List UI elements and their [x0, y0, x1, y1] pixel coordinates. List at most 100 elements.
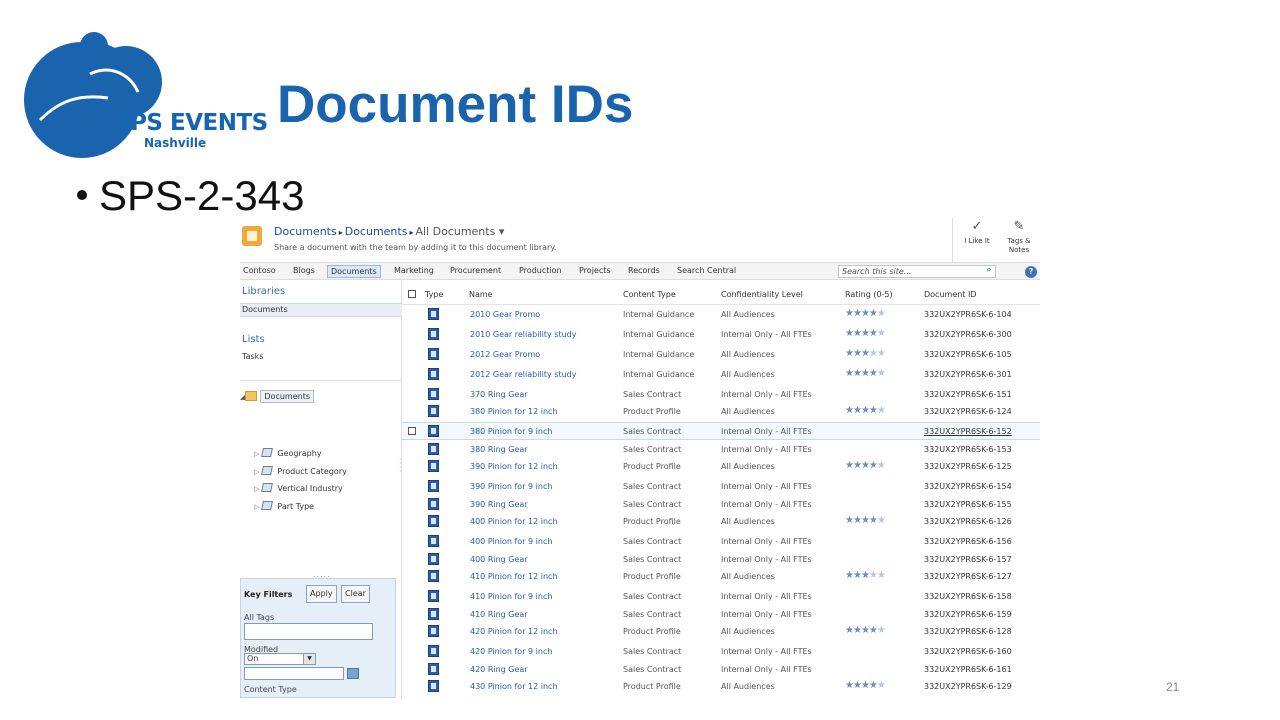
- rating-stars[interactable]: ★★★★★: [845, 515, 886, 526]
- rating-stars[interactable]: ★★★★★: [845, 680, 886, 691]
- select-all-checkbox[interactable]: [408, 290, 416, 298]
- document-name-link[interactable]: 2010 Gear reliability study: [470, 330, 577, 339]
- star-icon[interactable]: ★: [869, 460, 878, 471]
- word-document-icon[interactable]: [428, 368, 439, 380]
- star-icon[interactable]: ★: [877, 515, 886, 526]
- rating-stars[interactable]: ★★★★★: [845, 368, 886, 379]
- table-row[interactable]: 390 Pinion for 9 inch Sales Contract Inter…: [402, 478, 1040, 496]
- star-icon[interactable]: ★: [853, 368, 862, 379]
- document-name-link[interactable]: 420 Pinion for 12 inch: [470, 627, 558, 636]
- word-document-icon[interactable]: [428, 425, 439, 437]
- rating-stars[interactable]: ★★★★★: [845, 405, 886, 416]
- document-name-link[interactable]: 420 Pinion for 9 inch: [470, 647, 552, 656]
- word-document-icon[interactable]: [428, 498, 439, 510]
- modified-date-input[interactable]: [244, 667, 344, 680]
- document-name-link[interactable]: 380 Pinion for 9 inch: [470, 427, 552, 436]
- star-icon[interactable]: ★: [853, 405, 862, 416]
- table-row[interactable]: 420 Pinion for 12 inch Product Profile All…: [402, 623, 1040, 641]
- word-document-icon[interactable]: [428, 625, 439, 637]
- star-icon[interactable]: ★: [869, 368, 878, 379]
- word-document-icon[interactable]: [428, 570, 439, 582]
- word-document-icon[interactable]: [428, 608, 439, 620]
- star-icon[interactable]: ★: [845, 368, 854, 379]
- col-confidentiality[interactable]: Confidentiality Level: [721, 290, 803, 299]
- document-name-link[interactable]: 380 Pinion for 12 inch: [470, 407, 558, 416]
- star-icon[interactable]: ★: [869, 570, 878, 581]
- document-name-link[interactable]: 2012 Gear Promo: [470, 350, 540, 359]
- star-icon[interactable]: ★: [845, 308, 854, 319]
- help-icon[interactable]: ?: [1025, 266, 1037, 278]
- table-row[interactable]: 420 Ring Gear Sales Contract Internal Only…: [402, 661, 1040, 679]
- star-icon[interactable]: ★: [877, 680, 886, 691]
- star-icon[interactable]: ★: [845, 328, 854, 339]
- table-row[interactable]: 410 Pinion for 9 inch Sales Contract Inter…: [402, 588, 1040, 606]
- nav-procurement[interactable]: Procurement: [447, 265, 504, 278]
- table-row[interactable]: 390 Pinion for 12 inch Product Profile All…: [402, 458, 1040, 476]
- star-icon[interactable]: ★: [845, 625, 854, 636]
- document-name-link[interactable]: 420 Ring Gear: [470, 665, 528, 674]
- document-name-link[interactable]: 430 Pinion for 12 inch: [470, 682, 558, 691]
- table-row[interactable]: 380 Pinion for 9 inch Sales Contract Inter…: [402, 422, 1040, 440]
- libraries-documents[interactable]: Documents: [242, 305, 288, 314]
- star-icon[interactable]: ★: [861, 570, 870, 581]
- nav-records[interactable]: Records: [625, 265, 663, 278]
- table-row[interactable]: 380 Ring Gear Sales Contract Internal Only…: [402, 441, 1040, 459]
- table-row[interactable]: 2012 Gear Promo Internal Guidance All Audi…: [402, 346, 1040, 364]
- star-icon[interactable]: ★: [845, 680, 854, 691]
- modified-select[interactable]: On ▼: [244, 653, 316, 665]
- libraries-heading[interactable]: Libraries: [242, 286, 285, 297]
- all-tags-input[interactable]: [244, 623, 373, 640]
- apply-button[interactable]: Apply: [306, 585, 337, 603]
- table-row[interactable]: 2010 Gear Promo Internal Guidance All Audi…: [402, 306, 1040, 324]
- word-document-icon[interactable]: [428, 645, 439, 657]
- rating-stars[interactable]: ★★★★★: [845, 625, 886, 636]
- word-document-icon[interactable]: [428, 405, 439, 417]
- star-icon[interactable]: ★: [861, 625, 870, 636]
- star-icon[interactable]: ★: [869, 348, 878, 359]
- nav-documents[interactable]: Documents: [327, 265, 381, 278]
- table-row[interactable]: 400 Pinion for 12 inch Product Profile All…: [402, 513, 1040, 531]
- star-icon[interactable]: ★: [869, 515, 878, 526]
- word-document-icon[interactable]: [428, 348, 439, 360]
- lists-heading[interactable]: Lists: [242, 334, 265, 345]
- star-icon[interactable]: ★: [845, 348, 854, 359]
- word-document-icon[interactable]: [428, 308, 439, 320]
- table-row[interactable]: 380 Pinion for 12 inch Product Profile All…: [402, 403, 1040, 421]
- clear-button[interactable]: Clear: [341, 585, 370, 603]
- col-type[interactable]: Type: [425, 290, 443, 299]
- rating-stars[interactable]: ★★★★★: [845, 460, 886, 471]
- table-row[interactable]: 420 Pinion for 9 inch Sales Contract Inter…: [402, 643, 1040, 661]
- document-name-link[interactable]: 390 Ring Gear: [470, 500, 528, 509]
- document-name-link[interactable]: 400 Pinion for 12 inch: [470, 517, 558, 526]
- col-document-id[interactable]: Document ID: [924, 290, 977, 299]
- document-name-link[interactable]: 380 Ring Gear: [470, 445, 528, 454]
- rating-stars[interactable]: ★★★★★: [845, 328, 886, 339]
- table-row[interactable]: 2012 Gear reliability study Internal Guid…: [402, 366, 1040, 384]
- word-document-icon[interactable]: [428, 328, 439, 340]
- star-icon[interactable]: ★: [853, 570, 862, 581]
- star-icon[interactable]: ★: [877, 570, 886, 581]
- word-document-icon[interactable]: [428, 460, 439, 472]
- calendar-icon[interactable]: [347, 668, 359, 679]
- star-icon[interactable]: ★: [861, 460, 870, 471]
- document-name-link[interactable]: 410 Ring Gear: [470, 610, 528, 619]
- star-icon[interactable]: ★: [845, 460, 854, 471]
- star-icon[interactable]: ★: [869, 308, 878, 319]
- star-icon[interactable]: ★: [853, 348, 862, 359]
- i-like-it-button[interactable]: ✓ I Like It: [957, 220, 997, 246]
- star-icon[interactable]: ★: [861, 680, 870, 691]
- document-name-link[interactable]: 410 Pinion for 9 inch: [470, 592, 552, 601]
- rating-stars[interactable]: ★★★★★: [845, 348, 886, 359]
- star-icon[interactable]: ★: [877, 460, 886, 471]
- nav-search-central[interactable]: Search Central: [674, 265, 739, 278]
- document-name-link[interactable]: 2012 Gear reliability study: [470, 370, 577, 379]
- tree-item-vertical-industry[interactable]: ▷ Vertical Industry: [254, 483, 343, 493]
- star-icon[interactable]: ★: [853, 308, 862, 319]
- nav-marketing[interactable]: Marketing: [391, 265, 437, 278]
- document-name-link[interactable]: 400 Pinion for 9 inch: [470, 537, 552, 546]
- breadcrumb-documents-2[interactable]: Documents: [345, 225, 408, 238]
- star-icon[interactable]: ★: [861, 515, 870, 526]
- tree-item-product-category[interactable]: ▷ Product Category: [254, 466, 347, 476]
- word-document-icon[interactable]: [428, 663, 439, 675]
- view-selector[interactable]: All Documents ▾: [415, 225, 504, 238]
